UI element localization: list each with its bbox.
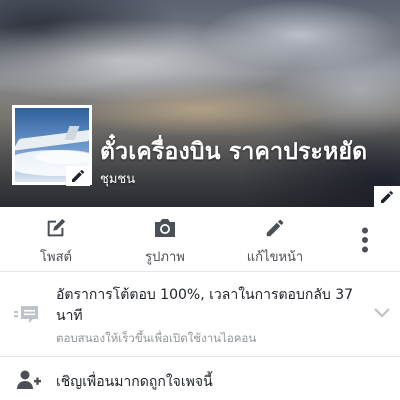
invite-friends-row[interactable]: เชิญเพื่อนมากดถูกใจเพจนี้ (0, 357, 400, 400)
action-bar: โพสต์ รูปภาพ แก้ไขหน้า (0, 207, 400, 271)
post-button-label: โพสต์ (40, 250, 72, 265)
edit-profile-picture-button[interactable] (66, 166, 90, 186)
more-vertical-icon (362, 227, 368, 253)
response-rate-text: อัตราการโต้ตอบ 100%, เวลาในการตอบกลับ 37… (56, 287, 354, 324)
pencil-icon (72, 169, 85, 182)
pencil-icon (381, 190, 394, 203)
photo-button[interactable]: รูปภาพ (134, 207, 196, 271)
edit-cover-button[interactable] (374, 186, 400, 207)
chevron-down-icon[interactable] (373, 306, 391, 318)
response-rate-row[interactable]: อัตราการโต้ตอบ 100%, เวลาในการตอบกลับ 37… (0, 272, 400, 356)
invite-friends-label: เชิญเพื่อนมากดถูกใจเพจนี้ (56, 374, 213, 390)
page-category[interactable]: ชุมชน (100, 168, 135, 189)
response-rate-hint: ตอบสนองให้เร็วขึ้นเพื่อเปิดใช้งานไอคอน (56, 331, 257, 345)
post-button[interactable]: โพสต์ (28, 207, 84, 271)
edit-page-button[interactable]: แก้ไขหน้า (236, 207, 314, 271)
more-options-button[interactable] (352, 207, 378, 271)
page-title: ตั๋วเครื่องบิน ราคาประหยัด (100, 139, 368, 165)
camera-icon (155, 219, 175, 237)
compose-icon (47, 218, 66, 237)
edit-page-button-label: แก้ไขหน้า (246, 250, 304, 265)
chat-bubble-icon (14, 306, 38, 323)
pencil-icon (266, 219, 284, 237)
photo-button-label: รูปภาพ (145, 250, 185, 265)
add-person-icon (17, 370, 41, 389)
